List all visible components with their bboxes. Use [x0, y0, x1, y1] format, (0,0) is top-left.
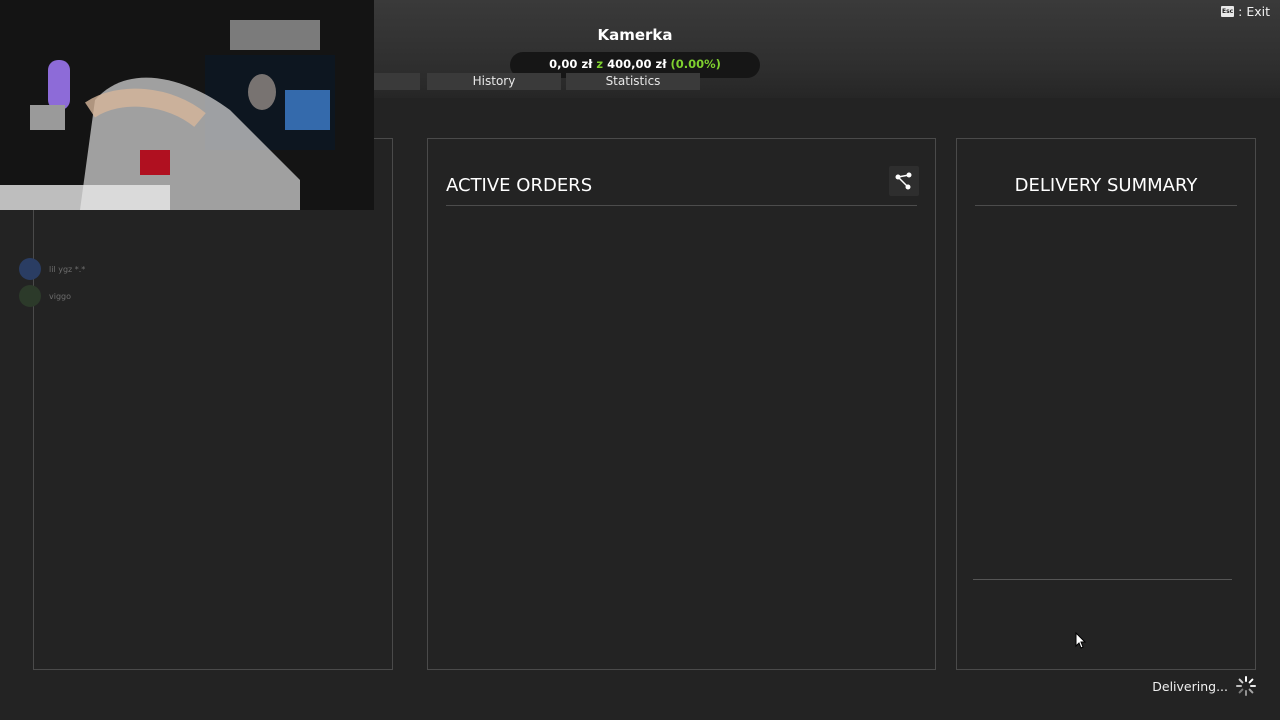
active-orders-title: ACTIVE ORDERS	[446, 175, 593, 196]
delivery-summary-header: DELIVERY SUMMARY	[975, 175, 1237, 206]
exit-label: : Exit	[1238, 4, 1270, 19]
left-panel	[33, 138, 393, 670]
active-orders-panel: ACTIVE ORDERS	[427, 138, 936, 670]
avatar	[19, 285, 41, 307]
tab-statistics[interactable]: Statistics	[566, 73, 700, 90]
summary-divider	[973, 579, 1232, 580]
delivery-summary-title: DELIVERY SUMMARY	[1014, 175, 1198, 196]
esc-key-icon: Esc	[1221, 6, 1235, 17]
chat-message: lil ygz *.*	[19, 258, 85, 280]
avatar	[19, 258, 41, 280]
chat-user: lil ygz *.*	[49, 264, 86, 274]
share-icon	[895, 172, 912, 190]
exit-button[interactable]: Esc : Exit	[1221, 4, 1270, 19]
webcam-overlay	[0, 0, 374, 210]
status-label: Delivering...	[1152, 678, 1228, 694]
chat-user: viggo	[49, 291, 72, 301]
tab-history[interactable]: History	[427, 73, 561, 90]
spinner-icon	[1236, 676, 1256, 696]
active-orders-header: ACTIVE ORDERS	[446, 166, 919, 206]
progress-current: 0,00 zł	[549, 57, 593, 71]
share-button[interactable]	[889, 166, 919, 196]
mouse-cursor-icon	[1075, 632, 1087, 649]
chat-message: viggo	[19, 285, 71, 307]
progress-percent: (0.00%)	[670, 57, 721, 71]
progress-separator: z	[596, 57, 604, 71]
progress-goal: 400,00 zł	[607, 57, 667, 71]
webcam-image	[0, 0, 374, 210]
delivery-status: Delivering...	[1152, 676, 1256, 696]
delivery-summary-panel: DELIVERY SUMMARY	[956, 138, 1256, 670]
